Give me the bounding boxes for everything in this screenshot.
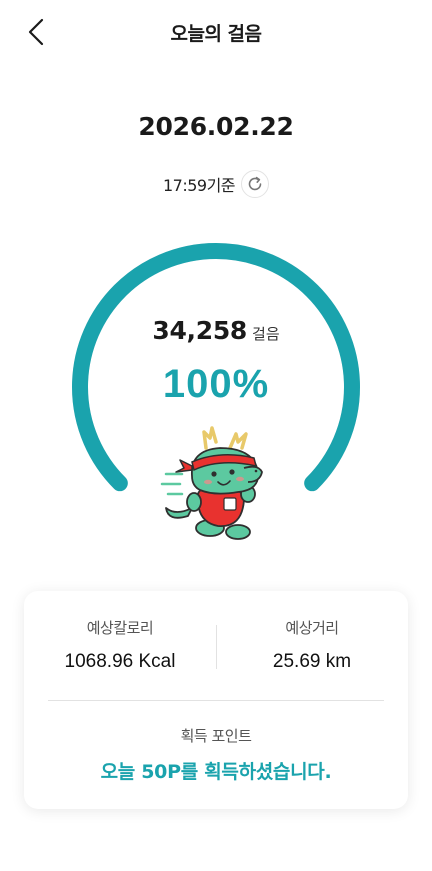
points-message: 오늘 50P를 획득하셨습니다. (100, 761, 332, 783)
summary-card: 예상칼로리 1068.96 Kcal 예상거리 25.69 km 획득 포인트 … (24, 591, 408, 809)
refresh-icon (248, 176, 262, 191)
steps-unit: 걸음 (252, 325, 280, 343)
horizontal-divider (48, 700, 384, 701)
updated-time: 17:59기준 (162, 176, 236, 195)
distance-label: 예상거리 (285, 619, 339, 637)
steps-value: 34,258 (152, 316, 248, 345)
percent-value: 100% (162, 362, 270, 406)
calories-stat: 예상칼로리 1068.96 Kcal (24, 617, 216, 673)
dragon-mascot-icon (160, 426, 263, 540)
header: 오늘의 걸음 (0, 0, 432, 64)
updated-time-row: 17:59기준 (0, 170, 432, 198)
distance-value: 25.69 km (272, 651, 352, 672)
calories-value: 1068.96 Kcal (64, 651, 176, 672)
distance-stat: 예상거리 25.69 km (216, 617, 408, 673)
points-label: 획득 포인트 (180, 727, 252, 745)
refresh-button[interactable] (241, 170, 270, 198)
steps-row: 34,258 걸음 (0, 316, 432, 345)
calories-label: 예상칼로리 (86, 619, 154, 637)
page-title: 오늘의 걸음 (170, 23, 262, 45)
date-label: 2026.02.22 (138, 112, 294, 141)
